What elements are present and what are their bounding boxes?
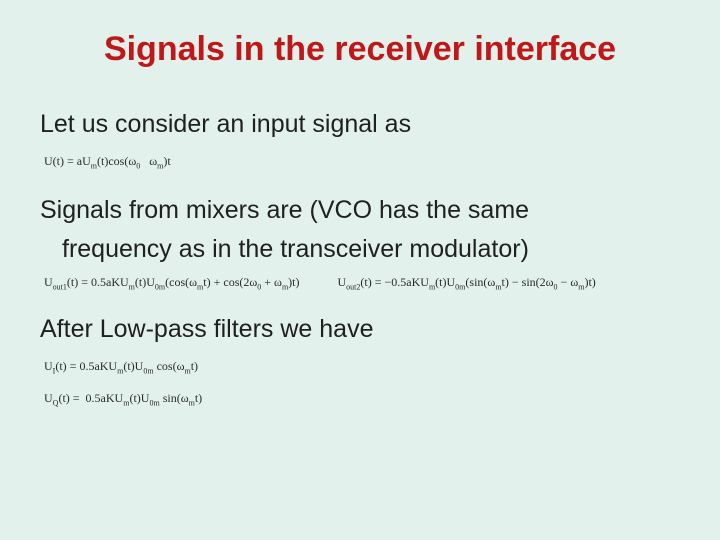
equation-input-signal: U(t) = aUm(t)cos(ω0 ωm)t (44, 154, 680, 170)
equation-mixer-2: Uout2(t) = −0.5aKUm(t)U0m(sin(ωmt) − sin… (338, 275, 596, 291)
para-mixers-1: Signals from mixers are (VCO has the sam… (40, 195, 680, 226)
para-intro: Let us consider an input signal as (40, 109, 680, 140)
slide: Signals in the receiver interface Let us… (0, 0, 720, 540)
equation-lpf-i: UI(t) = 0.5aKUm(t)U0m cos(ωmt) (44, 359, 680, 375)
para-lowpass: After Low-pass filters we have (40, 314, 680, 345)
slide-title: Signals in the receiver interface (40, 30, 680, 69)
equation-lpf-q: UQ(t) = 0.5aKUm(t)U0m sin(ωmt) (44, 391, 680, 407)
equation-mixer-row: Uout1(t) = 0.5aKUm(t)U0m(cos(ωmt) + cos(… (44, 275, 680, 291)
para-mixers-2: frequency as in the transceiver modulato… (40, 234, 680, 265)
equation-mixer-1: Uout1(t) = 0.5aKUm(t)U0m(cos(ωmt) + cos(… (44, 275, 300, 291)
